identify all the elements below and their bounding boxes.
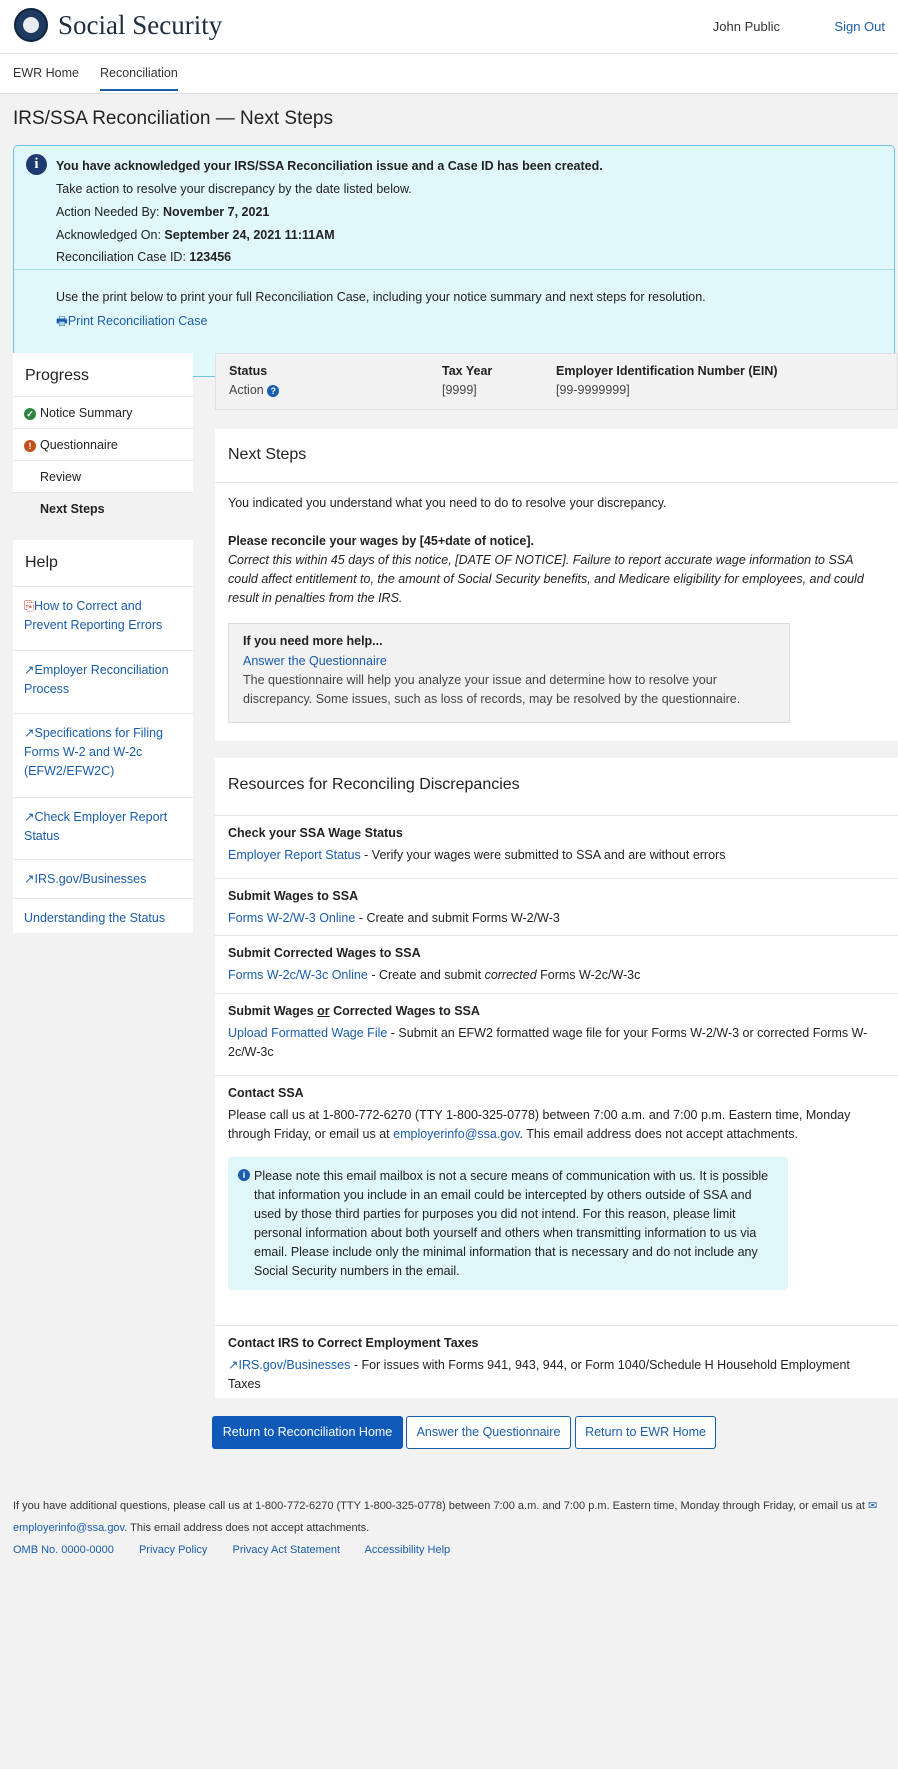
more-help-box: If you need more help... Answer the Ques… [228,623,790,723]
ein-label: Employer Identification Number (EIN) [556,364,778,378]
external-link-icon: ↗ [24,872,35,886]
pdf-icon: ⎘ [24,599,35,613]
alert-line: Take action to resolve your discrepancy … [56,182,412,196]
resources-title: Resources for Reconciling Discrepancies [228,776,520,793]
page-footer: If you have additional questions, please… [13,1495,883,1561]
help-link-correct-errors[interactable]: ⎘How to Correct and Prevent Reporting Er… [13,586,193,650]
info-icon: i [26,154,47,175]
forms-w2-w3-online-link[interactable]: Forms W-2/W-3 Online [228,911,355,925]
alert-divider [14,269,894,270]
help-link-specifications[interactable]: ↗Specifications for Filing Forms W-2 and… [13,713,193,797]
privacy-policy-link[interactable]: Privacy Policy [139,1544,207,1556]
sign-out-link[interactable]: Sign Out [834,19,885,34]
employer-email-link[interactable]: employerinfo@ssa.gov [393,1127,519,1141]
ssa-logo[interactable]: Social Security [14,8,222,42]
resource-contact-irs: Contact IRS to Correct Employment Taxes … [215,1325,898,1398]
user-name: John Public [712,19,780,34]
next-steps-panel: Next Steps You indicated you understand … [215,429,898,741]
help-link-check-status[interactable]: ↗Check Employer Report Status [13,797,193,859]
mail-icon: ✉ [868,1500,878,1512]
return-reconciliation-home-button[interactable]: Return to Reconciliation Home [212,1416,403,1449]
footer-links: OMB No. 0000-0000 Privacy Policy Privacy… [13,1539,883,1561]
resource-upload-wage-file: Submit Wages or Corrected Wages to SSA U… [215,993,898,1075]
help-link-understanding-status[interactable]: Understanding the Status [13,898,193,933]
answer-questionnaire-link[interactable]: Answer the Questionnaire [243,652,387,671]
progress-item-questionnaire[interactable]: ! Questionnaire [13,428,193,460]
forms-w2c-w3c-online-link[interactable]: Forms W-2c/W-3c Online [228,968,368,982]
footer-contact-text: If you have additional questions, please… [13,1500,878,1534]
status-label: Status [229,364,268,378]
print-instructions: Use the print below to print your full R… [56,290,706,304]
case-created-alert: i You have acknowledged your IRS/SSA Rec… [13,145,895,377]
resource-title: Contact IRS to Correct Employment Taxes [228,1336,479,1350]
accessibility-help-link[interactable]: Accessibility Help [365,1544,451,1556]
status-value: Action ? [229,383,280,397]
external-link-icon: ↗ [24,810,35,824]
help-panel: Help ⎘How to Correct and Prevent Reporti… [13,540,193,933]
resource-title: Check your SSA Wage Status [228,826,403,840]
print-icon: 🖶 [56,314,68,328]
progress-item-next-steps[interactable]: Next Steps [13,492,193,524]
nav-tabs: EWR Home Reconciliation [0,54,898,94]
acknowledged-on: Acknowledged On: September 24, 2021 11:1… [56,228,335,242]
resource-title: Submit Wages or Corrected Wages to SSA [228,1004,480,1018]
omb-number: OMB No. 0000-0000 [13,1544,114,1556]
employer-report-status-link[interactable]: Employer Report Status [228,848,361,862]
site-header: Social Security John Public Sign Out [0,0,898,54]
print-case-link[interactable]: 🖶Print Reconciliation Case [56,312,207,333]
tax-year-label: Tax Year [442,364,493,378]
divider [215,482,898,483]
progress-title: Progress [25,367,90,384]
case-id: Reconciliation Case ID: 123456 [56,250,232,264]
resource-title: Submit Wages to SSA [228,889,359,903]
case-status-bar: Status Action ? Tax Year [9999] Employer… [215,353,898,410]
next-steps-title: Next Steps [228,446,307,463]
resource-wage-status: Check your SSA Wage Status Employer Repo… [215,815,898,878]
resource-submit-corrected: Submit Corrected Wages to SSA Forms W-2c… [215,935,898,993]
external-link-icon: ↗ [228,1358,239,1372]
resource-submit-wages: Submit Wages to SSA Forms W-2/W-3 Online… [215,878,898,935]
alert-title: You have acknowledged your IRS/SSA Recon… [56,159,603,173]
reconcile-heading: Please reconcile your wages by [45+date … [228,534,535,548]
brand-name: Social Security [58,9,223,40]
irs-businesses-link[interactable]: ↗IRS.gov/Businesses [228,1358,350,1372]
answer-questionnaire-button[interactable]: Answer the Questionnaire [406,1416,571,1449]
next-steps-intro: You indicated you understand what you ne… [228,496,667,510]
upload-wage-file-link[interactable]: Upload Formatted Wage File [228,1026,387,1040]
ein-value: [99-9999999] [556,383,630,397]
return-ewr-home-button[interactable]: Return to EWR Home [575,1416,716,1449]
alert-icon: ! [24,440,36,452]
more-help-text: The questionnaire will help you analyze … [243,673,741,706]
resource-title: Submit Corrected Wages to SSA [228,946,421,960]
external-link-icon: ↗ [24,663,35,677]
action-needed: Action Needed By: November 7, 2021 [56,205,270,219]
help-icon[interactable]: ? [267,385,280,397]
page-title: IRS/SSA Reconciliation — Next Steps [13,108,333,129]
email-security-notice: i Please note this email mailbox is not … [228,1157,788,1290]
privacy-act-link[interactable]: Privacy Act Statement [232,1544,340,1556]
more-help-heading: If you need more help... [243,634,383,648]
tab-reconciliation[interactable]: Reconciliation [100,66,178,91]
check-icon: ✓ [24,408,36,420]
reconcile-text: Correct this within 45 days of this noti… [228,553,864,605]
help-link-reconciliation-process[interactable]: ↗Employer Reconciliation Process [13,650,193,713]
tax-year-value: [9999] [442,383,477,397]
progress-item-review[interactable]: Review [13,460,193,492]
progress-panel: Progress ✓ Notice Summary ! Questionnair… [13,353,193,524]
resource-title: Contact SSA [228,1086,304,1100]
ssa-seal-icon [14,8,48,42]
tab-ewr-home[interactable]: EWR Home [13,66,79,80]
external-link-icon: ↗ [24,726,35,740]
resources-panel: Resources for Reconciling Discrepancies … [215,758,898,1398]
help-title: Help [25,554,58,571]
help-link-irs-gov[interactable]: ↗IRS.gov/Businesses [13,859,193,898]
progress-item-notice-summary[interactable]: ✓ Notice Summary [13,396,193,428]
info-icon: i [238,1169,250,1181]
